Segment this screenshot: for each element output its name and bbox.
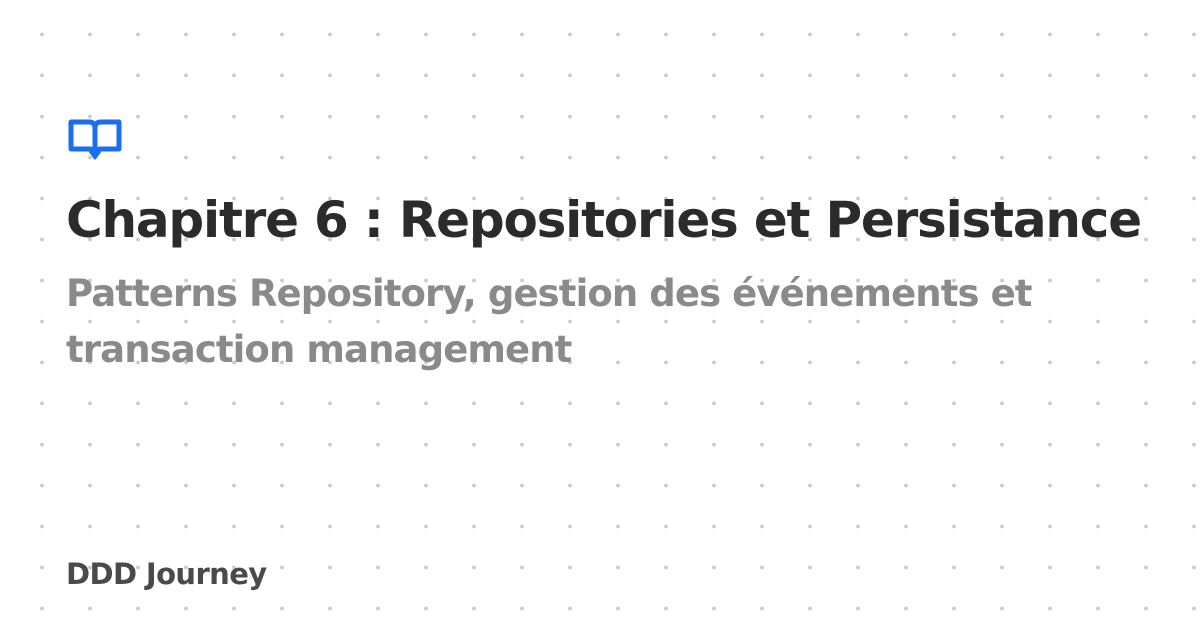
book-open-icon xyxy=(68,119,122,160)
social-card: Chapitre 6 : Repositories et Persistance… xyxy=(0,0,1200,630)
page-subtitle: Patterns Repository, gestion des événeme… xyxy=(66,272,1032,371)
page-title: Chapitre 6 : Repositories et Persistance xyxy=(66,191,1142,249)
site-brand: DDD Journey xyxy=(66,557,267,591)
